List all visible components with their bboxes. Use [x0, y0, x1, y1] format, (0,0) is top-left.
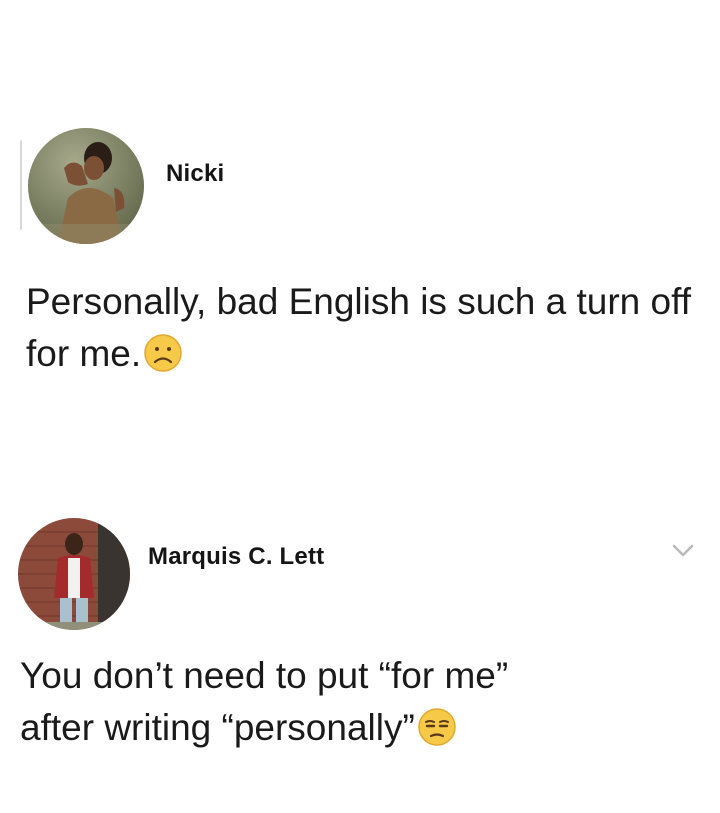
author-name[interactable]: Marquis C. Lett: [148, 543, 324, 571]
post-marquis: Marquis C. Lett You don’t need to put “f…: [0, 470, 720, 813]
frowning-face-emoji-icon: [143, 333, 183, 373]
chevron-down-icon[interactable]: [672, 544, 694, 558]
post-text: Personally, bad English is such a turn o…: [26, 276, 706, 380]
avatar[interactable]: [28, 128, 144, 244]
avatar[interactable]: [18, 518, 130, 630]
post-text-line-1: You don’t need to put “for me”: [20, 655, 509, 696]
avatar-photo: [28, 128, 144, 244]
post-text: You don’t need to put “for me” after writ…: [20, 650, 710, 754]
avatar-photo: [18, 518, 130, 630]
post-nicki: Nicki Personally, bad English is such a …: [0, 0, 720, 430]
thread-line: [20, 140, 22, 230]
author-name[interactable]: Nicki: [166, 160, 224, 188]
post-text-content: Personally, bad English is such a turn o…: [26, 281, 692, 374]
post-text-line-2: after writing “personally”: [20, 707, 415, 748]
unamused-face-emoji-icon: [417, 707, 457, 747]
